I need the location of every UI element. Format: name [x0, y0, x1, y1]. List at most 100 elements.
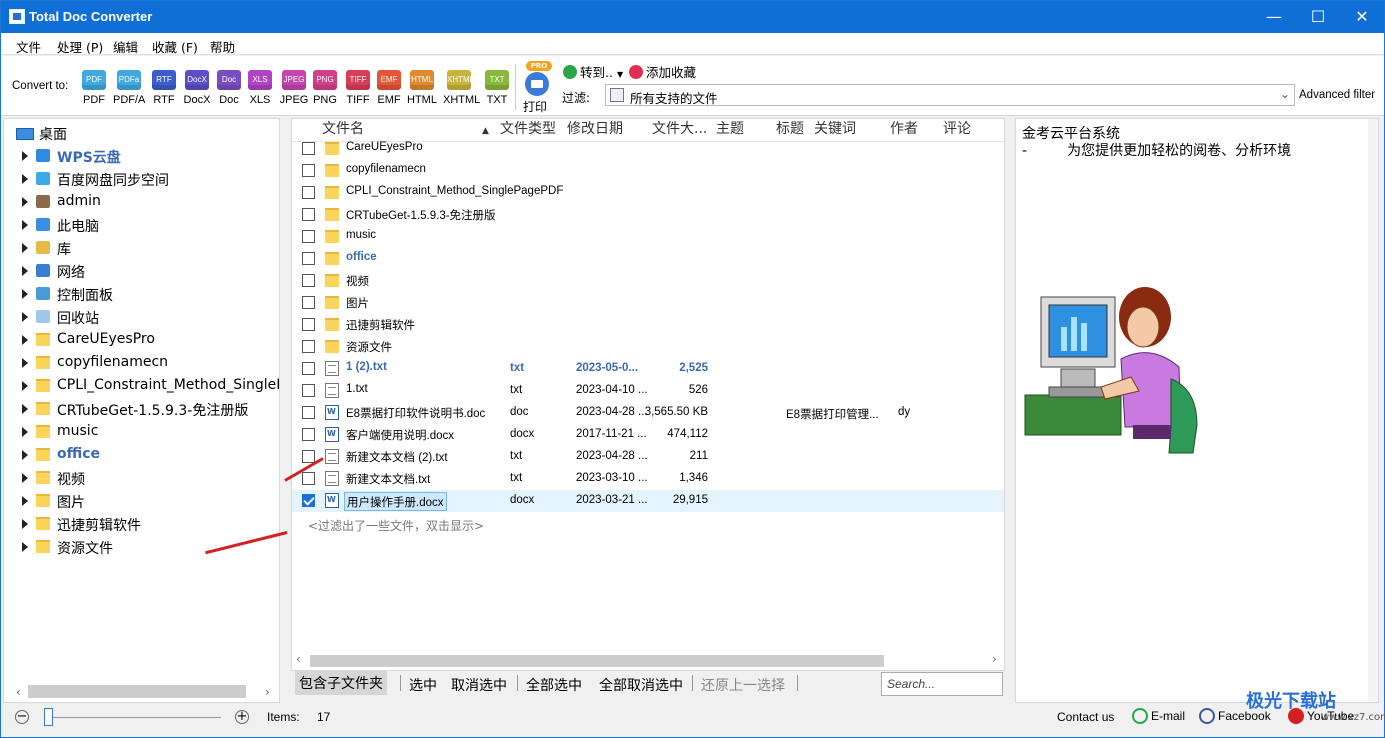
minimize-button[interactable]: — [1252, 1, 1296, 33]
goto-button[interactable]: 转到.. ▼ [563, 62, 623, 81]
tree-item[interactable]: 图片 [4, 490, 279, 512]
row-checkbox[interactable] [302, 274, 315, 287]
table-row[interactable]: 1 (2).txt txt 2023-05-0... 2,525 [292, 358, 1004, 380]
expand-arrow-icon[interactable] [22, 519, 28, 529]
table-row[interactable]: 视频 [292, 270, 1004, 292]
tree-item[interactable]: 视频 [4, 467, 279, 489]
table-row[interactable]: 用户操作手册.docx docx 2023-03-21 ... 29,915 [292, 490, 1004, 512]
table-row[interactable]: CRTubeGet-1.5.9.3-免注册版 [292, 204, 1004, 226]
tree-item[interactable]: 资源文件 [4, 536, 279, 558]
expand-arrow-icon[interactable] [22, 197, 28, 207]
menu-file[interactable]: 文件 [16, 37, 41, 56]
scroll-left-icon[interactable]: ‹ [296, 652, 301, 666]
row-checkbox[interactable] [302, 252, 315, 265]
row-checkbox[interactable] [302, 186, 315, 199]
expand-arrow-icon[interactable] [22, 289, 28, 299]
tree-item[interactable]: CRTubeGet-1.5.9.3-免注册版 [4, 398, 279, 420]
tree-item[interactable]: 回收站 [4, 306, 279, 328]
row-checkbox[interactable] [302, 340, 315, 353]
table-row[interactable]: CareUEyesPro [292, 138, 1004, 160]
convert-png-button[interactable]: PNG PNG [310, 70, 340, 106]
menu-help[interactable]: 帮助 [210, 37, 235, 56]
row-checkbox[interactable] [302, 428, 315, 441]
expand-arrow-icon[interactable] [22, 174, 28, 184]
table-row[interactable]: 资源文件 [292, 336, 1004, 358]
scroll-left-icon[interactable]: ‹ [16, 685, 21, 699]
table-row[interactable]: CPLI_Constraint_Method_SinglePagePDF [292, 182, 1004, 204]
list-horizontal-scrollbar[interactable] [310, 655, 884, 667]
menu-edit[interactable]: 编辑 [113, 37, 138, 56]
scroll-right-icon[interactable]: › [265, 685, 270, 699]
tree-item[interactable]: music [4, 421, 279, 443]
select-button[interactable]: 选中 [409, 675, 437, 695]
select-all-button[interactable]: 全部选中 [526, 675, 582, 695]
row-checkbox[interactable] [302, 318, 315, 331]
row-checkbox[interactable] [302, 406, 315, 419]
maximize-button[interactable]: ☐ [1296, 1, 1340, 33]
row-checkbox[interactable] [302, 142, 315, 155]
table-row[interactable]: copyfilenamecn [292, 160, 1004, 182]
row-checkbox[interactable] [302, 384, 315, 397]
tree-root-desktop[interactable]: 桌面 [4, 122, 279, 144]
expand-arrow-icon[interactable] [22, 427, 28, 437]
row-checkbox[interactable] [302, 164, 315, 177]
table-row[interactable]: 客户端使用说明.docx docx 2017-11-21 ... 474,112 [292, 424, 1004, 446]
convert-jpeg-button[interactable]: JPEG JPEG [278, 70, 310, 106]
tree-item[interactable]: 控制面板 [4, 283, 279, 305]
include-subfolders-button[interactable]: 包含子文件夹 [295, 671, 387, 695]
zoom-slider-thumb[interactable] [44, 708, 53, 726]
row-checkbox[interactable] [302, 230, 315, 243]
expand-arrow-icon[interactable] [22, 496, 28, 506]
table-row[interactable]: music [292, 226, 1004, 248]
close-button[interactable]: ✕ [1340, 1, 1384, 33]
convert-html-button[interactable]: HTML HTML [406, 70, 438, 106]
expand-arrow-icon[interactable] [22, 220, 28, 230]
expand-arrow-icon[interactable] [22, 450, 28, 460]
expand-arrow-icon[interactable] [22, 473, 28, 483]
table-row[interactable]: E8票据打印软件说明书.doc doc 2023-04-28 ...3,565.50… [292, 402, 1004, 424]
convert-txt-button[interactable]: TXT TXT [482, 70, 512, 106]
row-checkbox[interactable] [302, 208, 315, 221]
expand-arrow-icon[interactable] [22, 542, 28, 552]
filter-select[interactable]: 所有支持的文件 ⌄ [605, 84, 1295, 106]
row-checkbox[interactable] [302, 362, 315, 375]
tree-item[interactable]: 此电脑 [4, 214, 279, 236]
row-checkbox[interactable] [302, 472, 315, 485]
convert-pdf-button[interactable]: PDF PDF [79, 70, 109, 106]
tree-item[interactable]: 库 [4, 237, 279, 259]
expand-arrow-icon[interactable] [22, 312, 28, 322]
tree-item[interactable]: copyfilenamecn [4, 352, 279, 374]
table-row[interactable]: 1.txt txt 2023-04-10 ... 526 [292, 380, 1004, 402]
deselect-button[interactable]: 取消选中 [451, 675, 507, 695]
expand-arrow-icon[interactable] [22, 358, 28, 368]
tree-item[interactable]: CPLI_Constraint_Method_SinglePagePDF [4, 375, 279, 397]
expand-arrow-icon[interactable] [22, 404, 28, 414]
expand-arrow-icon[interactable] [22, 335, 28, 345]
convert-emf-button[interactable]: EMF EMF [374, 70, 404, 106]
preview-vertical-scrollbar[interactable] [1368, 119, 1378, 702]
convert-tiff-button[interactable]: TIFF TIFF [342, 70, 374, 106]
table-row[interactable]: 迅捷剪辑软件 [292, 314, 1004, 336]
convert-xls-button[interactable]: XLS XLS [245, 70, 275, 106]
email-link[interactable]: E-mail [1132, 708, 1185, 724]
tree-item[interactable]: CareUEyesPro [4, 329, 279, 351]
filtered-files-message[interactable]: <过滤出了一些文件，双击显示> [308, 517, 484, 534]
tree-item[interactable]: 百度网盘同步空间 [4, 168, 279, 190]
tree-item[interactable]: admin [4, 191, 279, 213]
tree-item[interactable]: 网络 [4, 260, 279, 282]
tree-item[interactable]: 迅捷剪辑软件 [4, 513, 279, 535]
row-checkbox[interactable] [302, 494, 315, 507]
table-row[interactable]: office [292, 248, 1004, 270]
row-checkbox[interactable] [302, 296, 315, 309]
add-favorite-button[interactable]: 添加收藏 [629, 62, 696, 81]
deselect-all-button[interactable]: 全部取消选中 [599, 675, 683, 695]
menu-process[interactable]: 处理 (P) [57, 37, 103, 56]
expand-arrow-icon[interactable] [22, 381, 28, 391]
tree-item[interactable]: WPS云盘 [4, 145, 279, 167]
convert-xhtml-button[interactable]: XHTML XHTML [443, 70, 480, 106]
restore-selection-button[interactable]: 还原上一选择 [701, 675, 785, 695]
convert-pdf-a-button[interactable]: PDFa PDF/A [113, 70, 145, 106]
convert-doc-button[interactable]: Doc Doc [214, 70, 244, 106]
tree-item[interactable]: office [4, 444, 279, 466]
expand-arrow-icon[interactable] [22, 243, 28, 253]
